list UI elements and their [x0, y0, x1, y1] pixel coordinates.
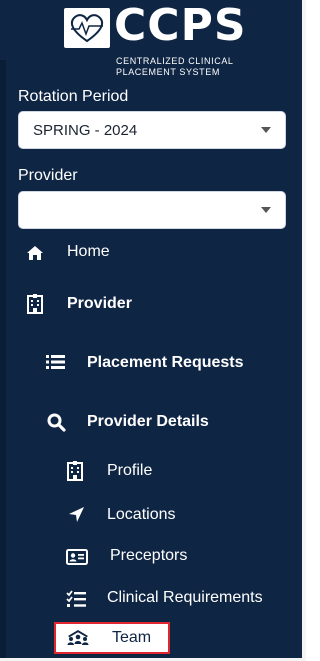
nav-item-provider[interactable]: Provider [0, 287, 302, 321]
checklist-icon [66, 590, 87, 613]
brand-subtitle-line1: CENTRALIZED CLINICAL [116, 56, 234, 66]
nav-item-locations[interactable]: Locations [0, 499, 302, 531]
rotation-period-value: SPRING - 2024 [33, 122, 138, 139]
provider-select[interactable] [18, 191, 286, 229]
location-arrow-icon [68, 506, 85, 528]
heart-logo-icon [64, 8, 110, 48]
building-icon [67, 461, 83, 486]
brand-title: CCPS [114, 0, 247, 51]
id-card-icon [66, 549, 88, 570]
hospital-icon [27, 294, 43, 319]
nav-item-team[interactable]: Team [54, 622, 170, 654]
nav-item-clinical-requirements[interactable]: Clinical Requirements [0, 583, 302, 615]
rotation-period-label: Rotation Period [18, 88, 129, 105]
nav-item-clinical-requirements-label: Clinical Requirements [107, 589, 263, 606]
nav-item-preceptors-label: Preceptors [110, 547, 188, 564]
nav-item-placement-requests[interactable]: Placement Requests [0, 346, 302, 380]
page-edge [302, 0, 306, 661]
nav-item-profile[interactable]: Profile [0, 456, 302, 488]
nav-item-home[interactable]: Home [0, 236, 302, 270]
nav-item-provider-label: Provider [67, 295, 132, 312]
sidebar: CCPS CENTRALIZED CLINICAL PLACEMENT SYST… [0, 0, 302, 658]
nav-item-profile-label: Profile [107, 462, 153, 479]
provider-label: Provider [18, 167, 78, 184]
nav-item-placement-requests-label: Placement Requests [87, 354, 244, 371]
nav-item-home-label: Home [67, 243, 110, 260]
list-icon [46, 354, 66, 375]
home-icon [26, 245, 44, 266]
chevron-down-icon [261, 207, 271, 213]
team-icon [66, 629, 90, 652]
chevron-down-icon [261, 127, 271, 133]
nav-item-locations-label: Locations [107, 506, 176, 523]
search-icon [47, 413, 66, 437]
nav-item-preceptors[interactable]: Preceptors [0, 541, 302, 573]
ccps-logo[interactable]: CCPS CENTRALIZED CLINICAL PLACEMENT SYST… [64, 0, 254, 78]
rotation-period-select[interactable]: SPRING - 2024 [18, 111, 286, 149]
brand-subtitle-line2: PLACEMENT SYSTEM [116, 67, 220, 77]
nav-item-provider-details[interactable]: Provider Details [0, 405, 302, 439]
nav-item-team-label: Team [112, 629, 152, 646]
nav-item-provider-details-label: Provider Details [87, 413, 209, 430]
